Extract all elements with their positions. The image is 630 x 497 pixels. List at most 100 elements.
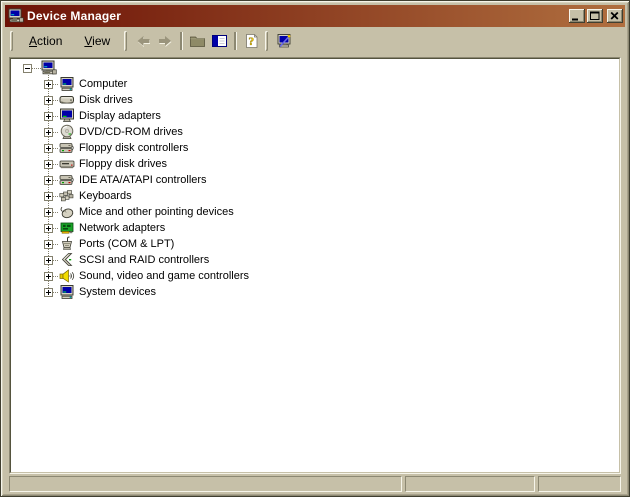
menu-action[interactable]: Action — [18, 31, 73, 51]
status-panel — [538, 476, 621, 492]
expand-toggle[interactable] — [44, 224, 53, 233]
tree-item[interactable]: Display adapters — [11, 108, 619, 124]
toolbar-grip[interactable] — [10, 31, 13, 51]
maximize-icon — [587, 9, 603, 23]
device-manager-icon — [276, 33, 293, 49]
tree-item[interactable]: SCSI and RAID controllers — [11, 252, 619, 268]
tree-item[interactable]: Mice and other pointing devices — [11, 204, 619, 220]
tree-item-label: System devices — [79, 286, 156, 298]
help-button[interactable]: ? — [240, 30, 262, 52]
expand-toggle[interactable] — [44, 256, 53, 265]
device-manager-button[interactable] — [273, 30, 295, 52]
device-icon — [59, 140, 75, 156]
tree-item[interactable]: Network adapters — [11, 220, 619, 236]
tree-children: Computer Disk drives Display adapters DV… — [11, 76, 619, 300]
tree-item[interactable]: Sound, video and game controllers — [11, 268, 619, 284]
svg-text:?: ? — [248, 36, 254, 48]
maximize-button[interactable] — [587, 9, 603, 23]
device-icon — [59, 108, 75, 124]
menu-action-accel: A — [29, 34, 37, 48]
back-button[interactable] — [132, 30, 154, 52]
menu-action-label: ction — [37, 34, 62, 48]
show-console-tree-button[interactable] — [208, 30, 230, 52]
device-manager-window: Device Manager Action View ? — [0, 0, 630, 497]
tree-item-label: IDE ATA/ATAPI controllers — [79, 174, 207, 186]
back-icon — [135, 33, 152, 49]
device-icon — [59, 252, 75, 268]
forward-button[interactable] — [154, 30, 176, 52]
folder-icon — [189, 33, 206, 49]
titlebar[interactable]: Device Manager — [5, 5, 625, 27]
device-icon — [59, 76, 75, 92]
help-icon: ? — [243, 33, 260, 49]
tree-item[interactable]: Floppy disk controllers — [11, 140, 619, 156]
device-icon — [59, 156, 75, 172]
menu-view-accel: V — [84, 34, 92, 48]
tree-item-label: Display adapters — [79, 110, 161, 122]
device-icon — [59, 172, 75, 188]
device-icon — [59, 236, 75, 252]
device-icon — [59, 268, 75, 284]
expand-toggle[interactable] — [44, 128, 53, 137]
device-tree-pane[interactable]: Computer Disk drives Display adapters DV… — [10, 58, 620, 473]
expand-toggle[interactable] — [44, 112, 53, 121]
device-icon — [59, 124, 75, 140]
device-icon — [59, 188, 75, 204]
device-icon — [59, 284, 75, 300]
expand-toggle[interactable] — [44, 144, 53, 153]
toolbar: Action View ? — [5, 27, 625, 55]
tree-item-label: Network adapters — [79, 222, 165, 234]
tree-item-label: Disk drives — [79, 94, 133, 106]
tree-item-label: Floppy disk drives — [79, 158, 167, 170]
tree-item-label: SCSI and RAID controllers — [79, 254, 209, 266]
expand-toggle[interactable] — [44, 240, 53, 249]
minimize-button[interactable] — [569, 9, 585, 23]
tree-item[interactable]: DVD/CD-ROM drives — [11, 124, 619, 140]
tree-item-label: DVD/CD-ROM drives — [79, 126, 183, 138]
expand-toggle[interactable] — [44, 208, 53, 217]
window-title: Device Manager — [27, 9, 569, 23]
expand-toggle[interactable] — [44, 96, 53, 105]
status-panel — [405, 476, 535, 492]
device-tree: Computer Disk drives Display adapters DV… — [11, 59, 619, 300]
tree-item[interactable]: Floppy disk drives — [11, 156, 619, 172]
expand-toggle[interactable] — [44, 80, 53, 89]
device-icon — [59, 220, 75, 236]
tree-item-label: Computer — [79, 78, 127, 90]
forward-icon — [157, 33, 174, 49]
tree-item-label: Keyboards — [79, 190, 132, 202]
tree-item[interactable]: Ports (COM & LPT) — [11, 236, 619, 252]
tree-item-label: Sound, video and game controllers — [79, 270, 249, 282]
tree-root[interactable] — [11, 60, 619, 76]
expand-toggle[interactable] — [44, 192, 53, 201]
folder-button[interactable] — [186, 30, 208, 52]
tree-item[interactable]: IDE ATA/ATAPI controllers — [11, 172, 619, 188]
device-manager-window-icon — [8, 8, 24, 24]
expand-toggle[interactable] — [44, 160, 53, 169]
tree-item[interactable]: Keyboards — [11, 188, 619, 204]
expand-toggle[interactable] — [44, 176, 53, 185]
menu-view[interactable]: View — [73, 31, 121, 51]
tree-connector — [32, 68, 41, 69]
expand-toggle[interactable] — [44, 272, 53, 281]
minimize-icon — [569, 9, 585, 23]
console-tree-icon — [211, 33, 228, 49]
computer-root-icon — [41, 60, 57, 76]
status-panel — [9, 476, 402, 492]
tree-item[interactable]: System devices — [11, 284, 619, 300]
toolbar-separator — [180, 32, 182, 50]
tree-item-label: Ports (COM & LPT) — [79, 238, 174, 250]
toolbar-separator — [234, 32, 236, 50]
tree-item[interactable]: Computer — [11, 76, 619, 92]
tree-item-label: Mice and other pointing devices — [79, 206, 234, 218]
statusbar — [9, 476, 621, 492]
device-icon — [59, 204, 75, 220]
expand-toggle[interactable] — [44, 288, 53, 297]
close-icon — [607, 9, 623, 23]
toolbar-grip[interactable] — [265, 31, 268, 51]
collapse-toggle[interactable] — [23, 64, 32, 73]
tree-item[interactable]: Disk drives — [11, 92, 619, 108]
close-button[interactable] — [607, 9, 623, 23]
console-view: Computer Disk drives Display adapters DV… — [9, 57, 621, 474]
toolbar-grip[interactable] — [124, 31, 127, 51]
